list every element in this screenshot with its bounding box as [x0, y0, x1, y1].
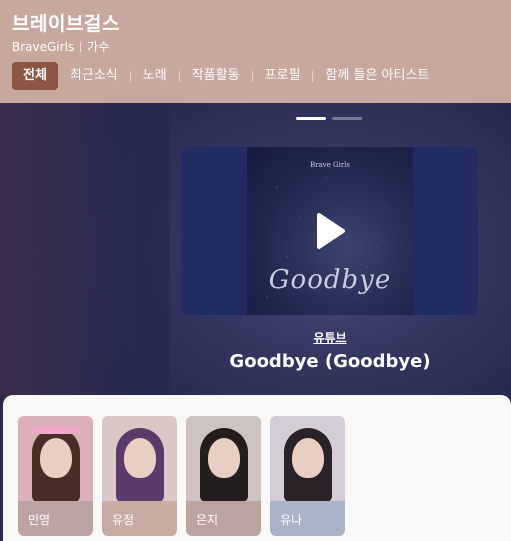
member-card[interactable]: 유나	[270, 416, 345, 536]
member-photo	[186, 416, 261, 502]
divider	[80, 41, 82, 52]
members-list: 민영 유정 은지 유나	[18, 416, 345, 536]
tab-recent-news[interactable]: 최근소식	[58, 62, 130, 90]
member-card[interactable]: 은지	[186, 416, 261, 536]
member-face	[40, 438, 72, 478]
carousel-pager	[296, 117, 362, 120]
tab-works[interactable]: 작품활동	[180, 62, 252, 90]
member-photo	[102, 416, 177, 502]
artist-role: 가수	[87, 40, 110, 54]
tab-profile[interactable]: 프로필	[253, 62, 313, 90]
member-name: 민영	[18, 501, 93, 536]
video-thumbnail[interactable]: Brave Girls Goodbye	[181, 147, 478, 315]
members-panel: 민영 유정 은지 유나	[3, 395, 511, 541]
member-photo	[270, 416, 345, 502]
tab-songs[interactable]: 노래	[131, 62, 179, 90]
member-name: 유나	[270, 501, 345, 536]
artist-header: 브레이브걸스 BraveGirls 가수 전체 최근소식 노래 작품활동 프로필…	[0, 0, 511, 103]
pager-dot-1[interactable]	[296, 117, 326, 120]
tab-all[interactable]: 전체	[12, 62, 58, 90]
artist-english-name: BraveGirls	[12, 39, 75, 54]
member-card[interactable]: 유정	[102, 416, 177, 536]
member-card[interactable]: 민영	[18, 416, 93, 536]
cover-artist-text: Brave Girls	[310, 161, 350, 169]
headband	[32, 426, 80, 434]
pager-dot-2[interactable]	[332, 117, 362, 120]
member-face	[124, 438, 156, 478]
artist-subtitle: BraveGirls 가수	[12, 38, 109, 55]
video-song-title[interactable]: Goodbye (Goodbye)	[0, 351, 511, 372]
tab-related-artists[interactable]: 함께 들은 아티스트	[313, 62, 441, 90]
artist-title: 브레이브걸스	[12, 13, 120, 35]
member-name: 은지	[186, 501, 261, 536]
video-source-link[interactable]: 유튜브	[0, 329, 511, 346]
thumbnail-letterbox-left	[181, 147, 247, 315]
cover-title-text: Goodbye	[268, 265, 392, 295]
tab-bar: 전체 최근소식 노래 작품활동 프로필 함께 들은 아티스트	[12, 62, 441, 90]
video-carousel: Brave Girls Goodbye 유튜브 Goodbye (Goodbye…	[0, 103, 511, 395]
member-face	[208, 438, 240, 478]
thumbnail-letterbox-right	[413, 147, 478, 315]
member-photo	[18, 416, 93, 502]
member-face	[292, 438, 324, 478]
play-icon[interactable]	[309, 211, 349, 251]
member-name: 유정	[102, 501, 177, 536]
album-cover: Brave Girls Goodbye	[247, 147, 413, 315]
